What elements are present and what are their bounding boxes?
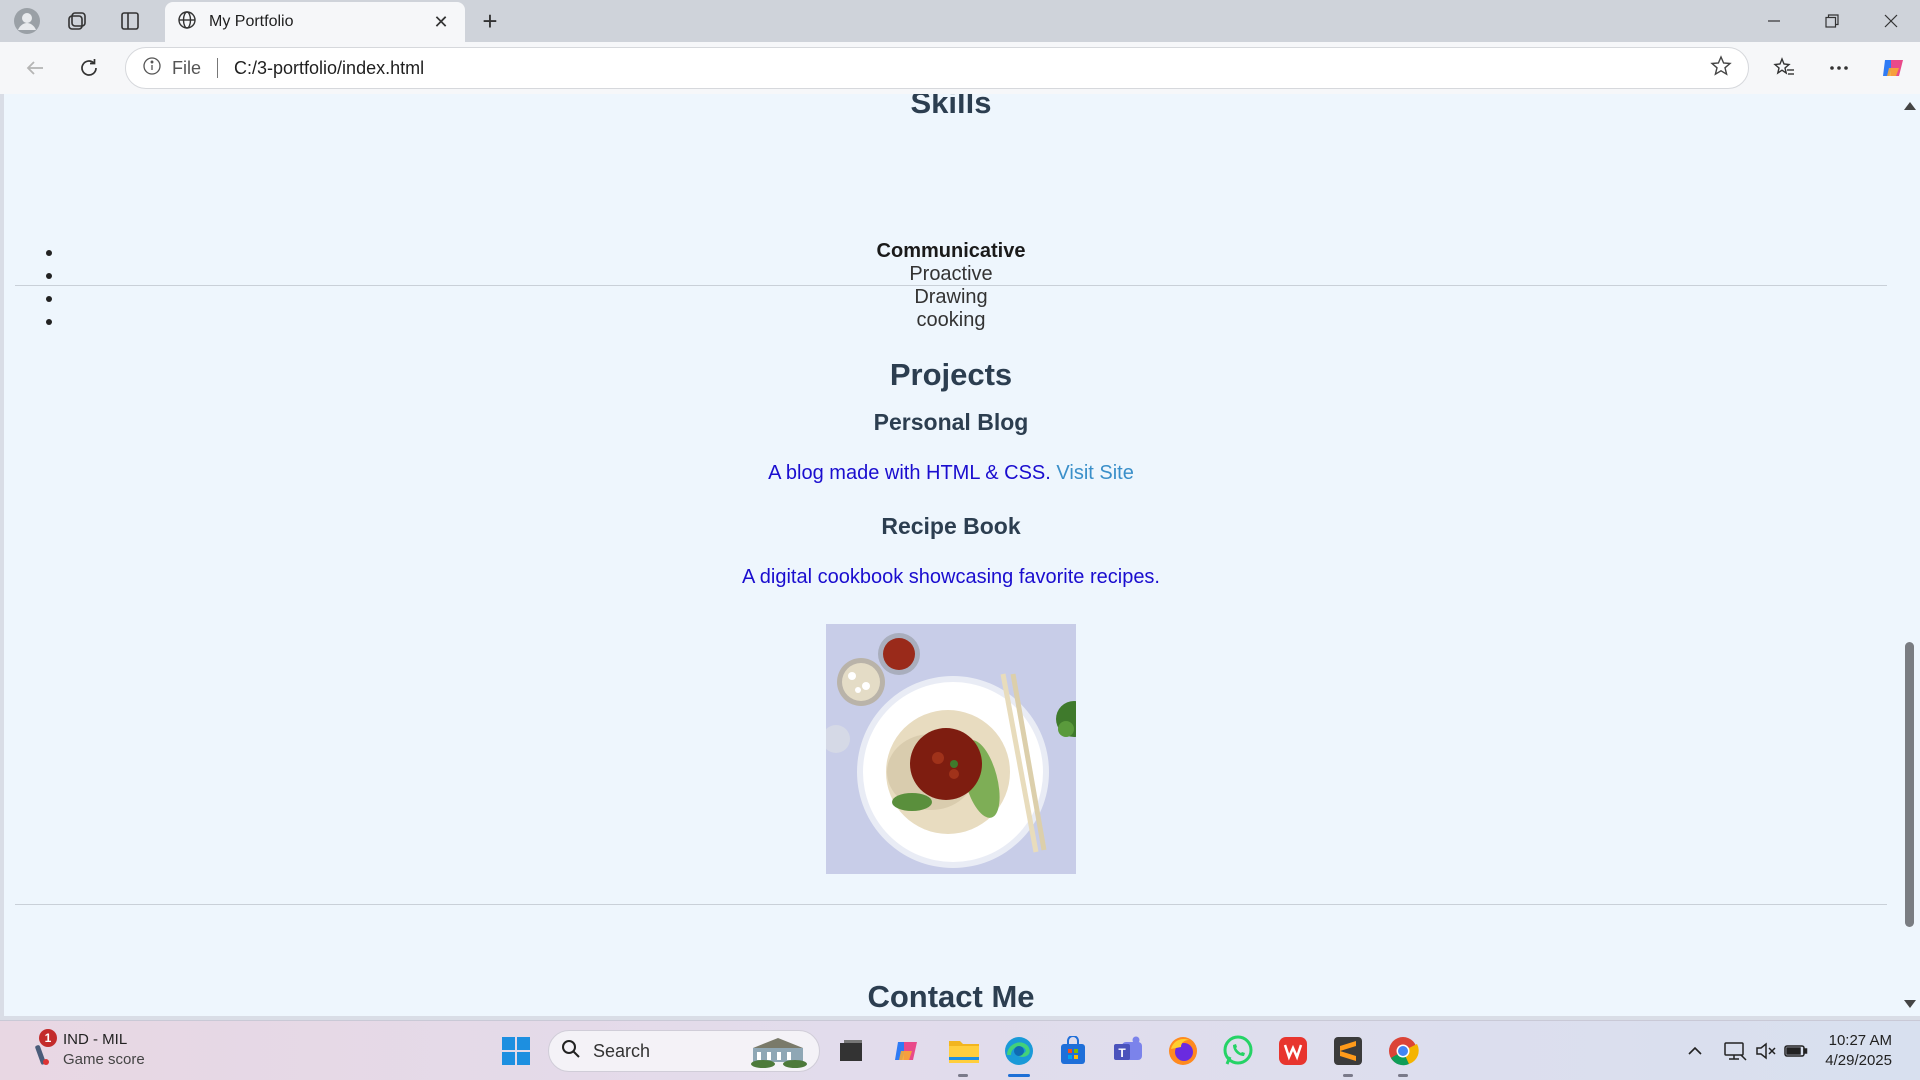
back-arrow-icon[interactable] — [19, 52, 51, 84]
project-title: Personal Blog — [873, 409, 1029, 435]
sports-widget[interactable]: 1 IND - MIL Game score — [30, 1029, 170, 1071]
window-close-icon[interactable] — [1862, 0, 1920, 42]
teams-icon[interactable]: T — [1108, 1031, 1148, 1071]
vertical-scrollbar[interactable] — [1898, 94, 1920, 1016]
wps-icon[interactable] — [1273, 1031, 1313, 1071]
clock-time: 10:27 AM — [1828, 1032, 1892, 1049]
search-icon — [561, 1039, 581, 1064]
volume-muted-icon[interactable] — [1752, 1035, 1780, 1067]
address-separator — [217, 58, 219, 78]
skills-heading: Skills — [910, 94, 992, 120]
profile-icon[interactable] — [12, 6, 42, 36]
browser-tab-bar: My Portfolio ✕ + — [0, 0, 1920, 42]
skill-item: Communicative — [4, 240, 1898, 263]
info-icon[interactable] — [142, 56, 162, 81]
restore-icon[interactable] — [1803, 0, 1861, 42]
skills-list: Communicative Proactive Drawing cooking — [4, 240, 1898, 332]
whatsapp-icon[interactable] — [1218, 1031, 1258, 1071]
search-highlight-icon — [751, 1038, 807, 1068]
copilot-icon[interactable] — [1876, 52, 1910, 84]
active-indicator — [1008, 1074, 1030, 1077]
close-icon[interactable]: ✕ — [429, 12, 453, 33]
project-description-text: A blog made with HTML & CSS. — [768, 462, 1051, 484]
collections-icon[interactable] — [62, 6, 92, 36]
vertical-tabs-icon[interactable] — [115, 6, 145, 36]
chrome-icon[interactable] — [1383, 1031, 1423, 1071]
star-icon[interactable] — [1710, 54, 1732, 82]
section-divider — [15, 285, 1887, 286]
projects-heading: Projects — [889, 357, 1013, 392]
clock-date: 4/29/2025 — [1825, 1052, 1892, 1069]
search-placeholder: Search — [593, 1040, 651, 1061]
project-title: Recipe Book — [881, 513, 1021, 539]
network-icon[interactable] — [1721, 1035, 1749, 1067]
scroll-thumb[interactable] — [1905, 642, 1914, 927]
contact-heading: Contact Me — [867, 979, 1035, 1014]
taskbar-search[interactable]: Search — [548, 1030, 820, 1072]
recipe-image — [826, 624, 1076, 874]
more-icon[interactable] — [1822, 52, 1856, 84]
file-scheme-label: File — [172, 57, 202, 78]
skill-item: cooking — [4, 309, 1898, 332]
scroll-down-icon[interactable] — [1904, 1000, 1916, 1008]
visit-site-link[interactable]: Visit Site — [1056, 462, 1133, 484]
section-divider — [15, 904, 1887, 905]
sublime-icon[interactable] — [1328, 1031, 1368, 1071]
store-icon[interactable] — [1053, 1031, 1093, 1071]
running-indicator — [1343, 1074, 1353, 1077]
minimize-icon[interactable] — [1745, 0, 1803, 42]
project-description: A digital cookbook showcasing favorite r… — [741, 566, 1160, 588]
task-view-icon[interactable] — [831, 1031, 871, 1071]
url-text[interactable]: C:/3-portfolio/index.html — [234, 58, 1710, 79]
windows-start-icon[interactable] — [496, 1031, 536, 1071]
tab-my-portfolio[interactable]: My Portfolio ✕ — [165, 2, 465, 42]
chevron-up-icon[interactable] — [1681, 1035, 1709, 1067]
svg-text:T: T — [1118, 1046, 1126, 1060]
running-indicator — [1398, 1074, 1408, 1077]
system-clock[interactable]: 10:27 AM 4/29/2025 — [1782, 1031, 1892, 1071]
page-viewport: Skills Communicative Proactive Drawing c… — [4, 94, 1898, 1016]
file-explorer-icon[interactable] — [944, 1031, 984, 1071]
address-bar[interactable]: File C:/3-portfolio/index.html — [125, 47, 1749, 89]
plus-icon[interactable]: + — [475, 6, 505, 36]
refresh-icon[interactable] — [73, 52, 105, 84]
running-indicator — [958, 1074, 968, 1077]
favorites-icon[interactable] — [1767, 52, 1801, 84]
widget-title: IND - MIL — [63, 1031, 128, 1048]
globe-icon — [177, 10, 197, 35]
scroll-up-icon[interactable] — [1904, 102, 1916, 110]
notification-badge: 1 — [39, 1029, 57, 1047]
tab-title: My Portfolio — [209, 13, 294, 30]
project-description: A blog made with HTML & CSS. Visit Site — [4, 462, 1898, 485]
widget-subtitle: Game score — [63, 1051, 145, 1068]
windows-taskbar: 1 IND - MIL Game score Search T 10:27 AM… — [0, 1020, 1920, 1080]
portfolio-page: Skills Communicative Proactive Drawing c… — [4, 94, 1898, 1016]
browser-toolbar: File C:/3-portfolio/index.html — [0, 42, 1920, 94]
skill-item: Proactive — [4, 263, 1898, 286]
skill-item: Drawing — [4, 286, 1898, 309]
edge-icon[interactable] — [999, 1031, 1039, 1071]
copilot-taskbar-icon[interactable] — [886, 1031, 926, 1071]
firefox-icon[interactable] — [1163, 1031, 1203, 1071]
